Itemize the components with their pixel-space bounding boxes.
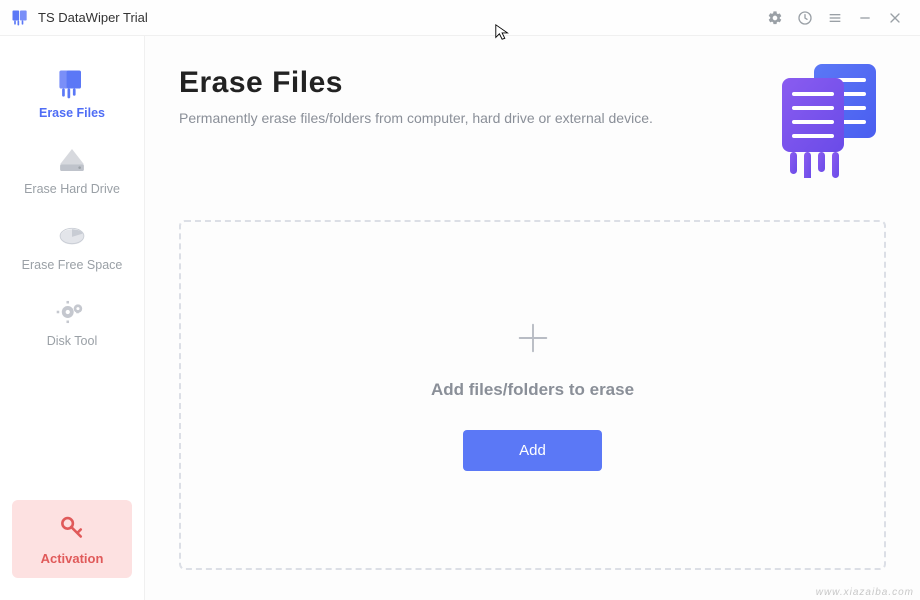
minimize-icon[interactable] bbox=[850, 3, 880, 33]
gears-icon bbox=[54, 296, 90, 328]
sidebar-item-disk-tool[interactable]: Disk Tool bbox=[0, 286, 144, 362]
page-subtitle: Permanently erase files/folders from com… bbox=[179, 110, 776, 126]
dropzone-label: Add files/folders to erase bbox=[431, 380, 634, 400]
menu-icon[interactable] bbox=[820, 3, 850, 33]
add-button[interactable]: Add bbox=[463, 430, 602, 471]
sidebar: Erase Files Erase Hard Drive Erase Free … bbox=[0, 36, 145, 600]
titlebar: TS DataWiper Trial bbox=[0, 0, 920, 36]
sidebar-item-label: Erase Hard Drive bbox=[24, 182, 120, 196]
watermark: www.xiazaiba.com bbox=[816, 587, 914, 598]
sidebar-item-label: Erase Files bbox=[39, 106, 105, 120]
sidebar-item-erase-files[interactable]: Erase Files bbox=[0, 58, 144, 134]
pie-icon bbox=[54, 220, 90, 252]
sidebar-item-erase-hard-drive[interactable]: Erase Hard Drive bbox=[0, 134, 144, 210]
app-window: TS DataWiper Trial Erase Files bbox=[0, 0, 920, 600]
activation-button[interactable]: Activation bbox=[12, 500, 132, 578]
sidebar-item-erase-free-space[interactable]: Erase Free Space bbox=[0, 210, 144, 286]
close-icon[interactable] bbox=[880, 3, 910, 33]
dropzone[interactable]: Add files/folders to erase Add bbox=[179, 220, 886, 570]
files-icon bbox=[54, 68, 90, 100]
settings-icon[interactable] bbox=[760, 3, 790, 33]
key-icon bbox=[58, 512, 86, 545]
hdd-icon bbox=[54, 144, 90, 176]
plus-icon bbox=[514, 319, 552, 362]
sidebar-item-label: Erase Free Space bbox=[22, 258, 123, 272]
app-logo-icon bbox=[10, 8, 30, 28]
activation-label: Activation bbox=[41, 551, 104, 566]
app-title: TS DataWiper Trial bbox=[38, 10, 148, 25]
sidebar-item-label: Disk Tool bbox=[47, 334, 97, 348]
page-title: Erase Files bbox=[179, 66, 776, 100]
main-panel: Erase Files Permanently erase files/fold… bbox=[145, 36, 920, 600]
hero-illustration-icon bbox=[776, 58, 886, 178]
clock-icon[interactable] bbox=[790, 3, 820, 33]
